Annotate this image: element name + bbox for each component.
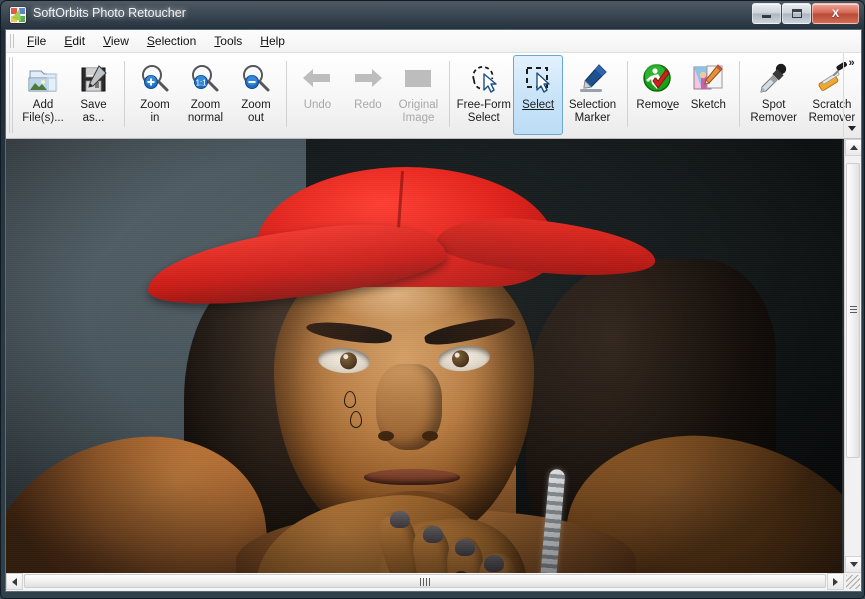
redo-label: Redo [354, 99, 382, 111]
main-toolbar: Add File(s)... Save as... Zoom in 1:1 Zo… [6, 53, 861, 139]
maximize-button[interactable] [782, 3, 811, 24]
window-title: SoftOrbits Photo Retoucher [33, 6, 186, 20]
vertical-scrollbar[interactable] [844, 139, 861, 573]
free-form-select-button[interactable]: Free-Form Select [455, 55, 513, 135]
resize-grip[interactable] [844, 573, 861, 590]
dropper-icon [757, 62, 791, 96]
application-window: SoftOrbits Photo Retoucher X FFileile Ed… [0, 0, 865, 599]
triangle-up-icon [849, 145, 858, 150]
triangle-down-icon [849, 562, 858, 567]
client-area: FFileile Edit View Selection Tools Help [5, 29, 862, 592]
add-files-button[interactable]: Add File(s)... [18, 55, 68, 135]
magnifier-one-to-one-icon: 1:1 [188, 62, 222, 96]
folder-with-photo-icon [26, 62, 60, 96]
menu-bar: FFileile Edit View Selection Tools Help [6, 30, 861, 53]
menu-drag-grip[interactable] [8, 33, 16, 49]
image-canvas[interactable] [6, 139, 861, 590]
zoom-out-label: Zoom out [241, 99, 271, 124]
remove-button[interactable]: Remove [633, 55, 683, 135]
spot-remover-label: Spot Remover [750, 99, 798, 124]
toolbar-separator [626, 61, 628, 127]
arrow-undo-icon [300, 62, 334, 96]
free-form-select-label: Free-Form Select [456, 99, 511, 124]
menu-item-file[interactable]: FFileile [18, 31, 55, 51]
redo-button[interactable]: Redo [343, 55, 393, 135]
zoom-out-button[interactable]: Zoom out [231, 55, 281, 135]
title-bar[interactable]: SoftOrbits Photo Retoucher X [1, 1, 864, 29]
scroll-right-button[interactable] [827, 573, 844, 590]
toolbar-separator [123, 61, 125, 127]
toolbar-overflow-caret-icon [847, 126, 856, 131]
scroll-up-button[interactable] [845, 139, 861, 156]
menu-item-help[interactable]: Help [251, 31, 294, 51]
selection-marker-label: Selection Marker [568, 99, 617, 124]
scroll-left-button[interactable] [6, 573, 23, 590]
floppy-disk-pen-icon [77, 62, 111, 96]
horizontal-scrollbar-thumb[interactable] [24, 574, 826, 588]
marker-pen-icon [575, 62, 609, 96]
image-placeholder-icon [401, 62, 435, 96]
save-as-button[interactable]: Save as... [68, 55, 118, 135]
original-image-button[interactable]: Original Image [393, 55, 443, 135]
toolbar-separator [738, 61, 740, 127]
save-as-label: Save as... [80, 99, 107, 124]
toolbar-overflow-chevron-icon: » [848, 57, 855, 69]
toolbar-separator [286, 61, 288, 127]
scroll-down-button[interactable] [845, 556, 861, 573]
zoom-in-button[interactable]: Zoom in [130, 55, 180, 135]
marquee-cursor-icon [521, 62, 555, 96]
photo-pencil-icon [691, 62, 725, 96]
arrow-redo-icon [351, 62, 385, 96]
green-person-check-icon [641, 62, 675, 96]
photo-image[interactable] [6, 139, 842, 573]
caption-button-group: X [752, 3, 859, 24]
selection-marker-button[interactable]: Selection Marker [563, 55, 621, 135]
original-image-label: Original Image [398, 99, 439, 124]
undo-button[interactable]: Undo [292, 55, 342, 135]
toolbar-separator [448, 61, 450, 127]
sketch-label: Sketch [690, 99, 726, 111]
zoom-normal-button[interactable]: 1:1 Zoom normal [180, 55, 230, 135]
toolbar-drag-grip[interactable] [8, 56, 15, 134]
undo-label: Undo [303, 99, 332, 111]
minimize-button[interactable] [752, 3, 781, 24]
menu-item-tools[interactable]: Tools [205, 31, 251, 51]
zoom-normal-label: Zoom normal [187, 99, 224, 124]
select-button[interactable]: Select [512, 55, 564, 135]
vertical-scrollbar-thumb[interactable] [846, 163, 860, 458]
horizontal-scrollbar[interactable] [6, 573, 861, 590]
triangle-left-icon [12, 577, 17, 586]
softorbits-logo-icon [10, 7, 26, 23]
magnifier-minus-icon [239, 62, 273, 96]
remove-label: Remove [636, 99, 680, 111]
scrollbar-grip-icon [850, 305, 857, 315]
lasso-cursor-icon [467, 62, 501, 96]
toolbar-overflow[interactable]: » [843, 53, 859, 137]
menu-item-selection[interactable]: Selection [138, 31, 205, 51]
menu-item-edit[interactable]: Edit [55, 31, 94, 51]
triangle-right-icon [833, 577, 838, 586]
close-button[interactable]: X [812, 3, 859, 24]
magnifier-plus-icon [138, 62, 172, 96]
close-icon: X [831, 7, 840, 20]
add-files-label: Add File(s)... [22, 99, 64, 124]
scrollbar-grip-icon [420, 578, 430, 586]
svg-text:1:1: 1:1 [196, 79, 208, 88]
spot-remover-button[interactable]: Spot Remover [745, 55, 803, 135]
resize-grip-icon [846, 575, 860, 589]
horizontal-scrollbar-track[interactable] [23, 573, 827, 590]
zoom-in-label: Zoom in [140, 99, 170, 124]
select-label: Select [522, 99, 555, 111]
menu-item-view[interactable]: View [94, 31, 138, 51]
sketch-button[interactable]: Sketch [683, 55, 733, 135]
